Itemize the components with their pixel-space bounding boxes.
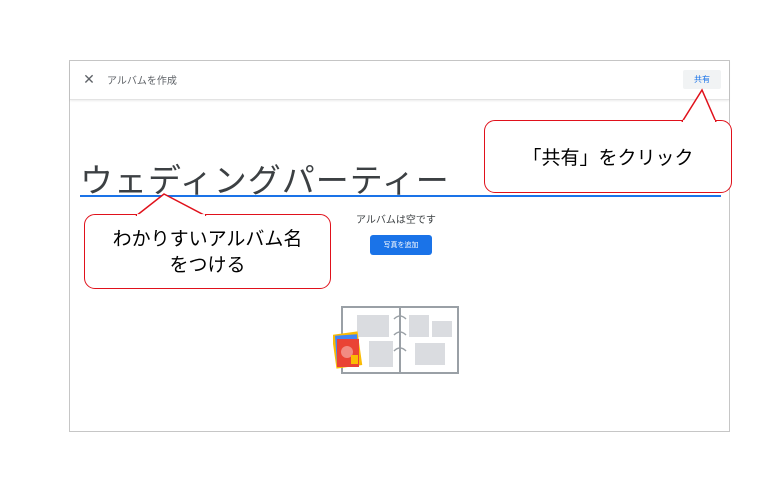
add-photo-button[interactable]: 写真を追加 bbox=[370, 235, 432, 255]
share-callout-tail bbox=[681, 88, 717, 122]
topbar-title: アルバムを作成 bbox=[107, 76, 177, 87]
album-name-callout-tail bbox=[135, 193, 207, 216]
top-app-bar: ✕ アルバムを作成 共有 bbox=[70, 61, 729, 100]
album-name-annotation-callout: わかりすいアルバム名 をつける bbox=[84, 214, 331, 289]
share-button[interactable]: 共有 bbox=[683, 70, 721, 89]
photo-stack-icon bbox=[333, 331, 363, 369]
album-name-annotation-line1: わかりすいアルバム名 bbox=[112, 227, 303, 250]
close-icon[interactable]: ✕ bbox=[79, 70, 99, 90]
empty-album-illustration bbox=[333, 306, 459, 374]
share-annotation-text: 「共有」をクリック bbox=[522, 147, 694, 169]
album-name-annotation-line2: をつける bbox=[169, 253, 246, 276]
empty-album-message: アルバムは空です bbox=[356, 215, 436, 226]
share-annotation-callout: 「共有」をクリック bbox=[484, 120, 732, 193]
